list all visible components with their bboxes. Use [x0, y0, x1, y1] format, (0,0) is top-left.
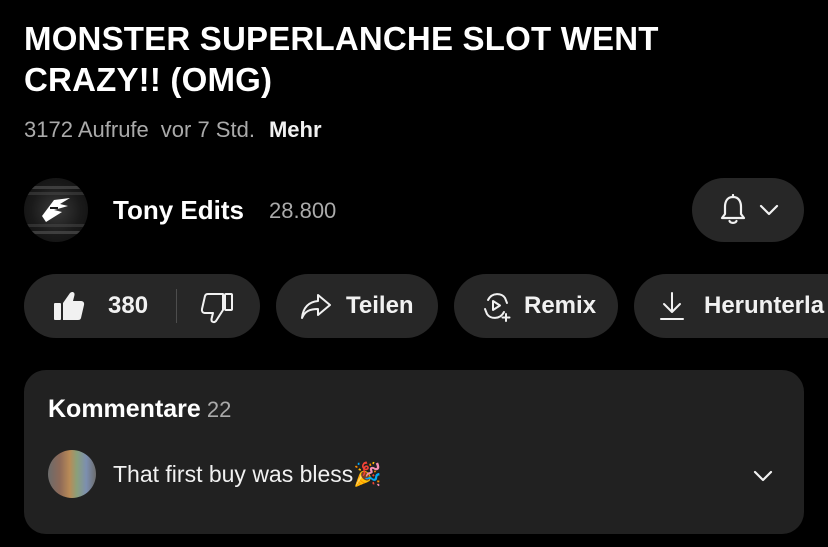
- top-comment-text: That first buy was bless🎉: [113, 461, 382, 487]
- remix-label: Remix: [524, 292, 597, 319]
- video-title: MONSTER SUPERLANCHE SLOT WENT CRAZY!! (O…: [24, 20, 659, 98]
- chevron-down-icon: [759, 204, 779, 216]
- subscriber-count: 28.800: [269, 198, 337, 223]
- remix-icon: [484, 293, 511, 322]
- chevron-down-icon[interactable]: [752, 468, 774, 484]
- action-bar: 380 Teilen Remix Herunterla: [24, 274, 828, 338]
- like-divider: [176, 289, 177, 323]
- commenter-avatar: [48, 450, 96, 498]
- download-label: Herunterla: [704, 292, 825, 319]
- download-button[interactable]: Herunterla: [634, 274, 828, 338]
- channel-avatar[interactable]: [24, 178, 88, 242]
- channel-row: Tony Edits 28.800: [24, 178, 804, 242]
- channel-logo-icon: [42, 198, 70, 222]
- upload-age: vor 7 Std.: [160, 117, 255, 142]
- remix-button[interactable]: Remix: [454, 274, 618, 338]
- like-dislike-group: 380: [24, 274, 260, 338]
- share-label: Teilen: [346, 292, 414, 319]
- share-arrow-icon: [301, 294, 331, 319]
- comments-header: Kommentare 22: [48, 394, 231, 425]
- bell-icon: [720, 194, 746, 224]
- like-count[interactable]: 380: [108, 291, 148, 321]
- share-button[interactable]: Teilen: [276, 274, 438, 338]
- comments-heading: Kommentare: [48, 395, 201, 423]
- view-count: 3172 Aufrufe: [24, 117, 149, 142]
- thumbs-down-icon[interactable]: [200, 291, 234, 325]
- channel-name[interactable]: Tony Edits: [113, 194, 244, 226]
- thumbs-up-icon[interactable]: [52, 289, 86, 323]
- comments-card[interactable]: Kommentare 22 That first buy was bless🎉: [24, 370, 804, 534]
- subscription-bell-button[interactable]: [692, 178, 804, 242]
- video-meta: 3172 Aufrufe vor 7 Std. Mehr: [24, 116, 322, 144]
- download-icon: [660, 292, 684, 320]
- more-button[interactable]: Mehr: [269, 116, 322, 144]
- comments-count: 22: [206, 397, 232, 422]
